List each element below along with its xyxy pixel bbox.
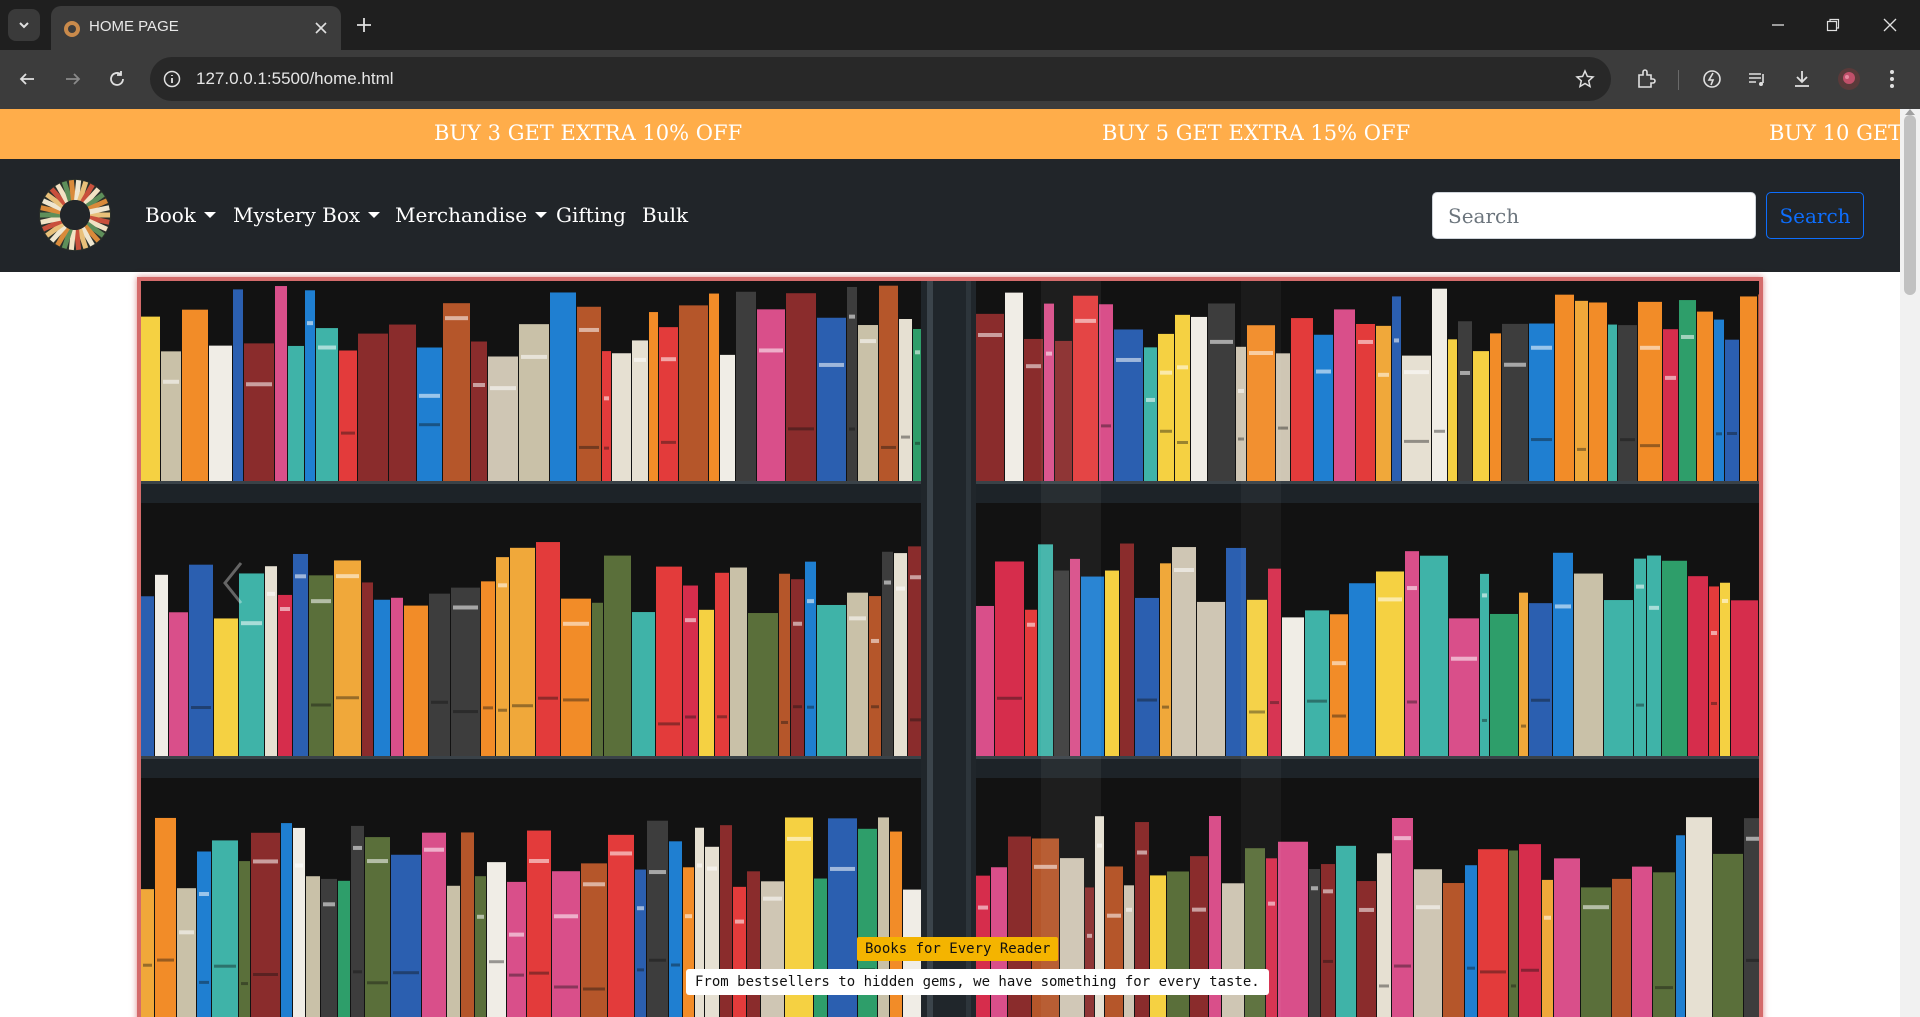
nav-item-label: Mystery Box [233,203,361,227]
reload-icon[interactable] [102,64,132,94]
back-arrow-icon[interactable] [12,64,42,94]
page-scrollbar[interactable] [1900,109,1920,1017]
nav-gifting-link[interactable]: Gifting [556,203,626,227]
carousel-prev-icon[interactable] [221,561,281,641]
browser-toolbar: 127.0.0.1:5500/home.html [0,50,1920,109]
address-url[interactable]: 127.0.0.1:5500/home.html [196,69,394,89]
site-favicon-icon [64,21,80,37]
nav-item-label: Gifting [556,203,626,227]
nav-item-label: Merchandise [395,203,528,227]
address-bar[interactable]: 127.0.0.1:5500/home.html [150,57,1611,101]
promo-item: BUY 5 GET EXTRA 15% OFF [1102,121,1411,145]
toolbar-separator [1678,70,1679,90]
tab-search-button[interactable] [8,9,40,41]
media-queue-icon[interactable] [1742,64,1772,94]
carousel-caption-text: From bestsellers to hidden gems, we have… [686,969,1269,995]
nav-merchandise-dropdown[interactable]: Merchandise [395,203,548,227]
chevron-down-icon [19,22,29,29]
new-tab-icon[interactable] [350,11,378,39]
restore-icon[interactable] [1815,10,1851,40]
browser-tab-bar: HOME PAGE [0,0,1920,50]
forward-arrow-icon[interactable] [58,64,88,94]
bookshelf-photo [141,281,1759,1017]
main-navbar: Book Mystery Box Merchandise Gifting Bul… [0,159,1900,272]
kebab-menu-icon[interactable] [1877,64,1907,94]
profile-avatar-icon[interactable] [1834,64,1864,94]
download-icon[interactable] [1787,64,1817,94]
bookmark-star-icon[interactable] [1573,67,1597,91]
close-tab-icon[interactable] [311,18,331,38]
close-window-icon[interactable] [1872,10,1908,40]
promo-item: BUY 3 GET EXTRA 10% OFF [434,121,743,145]
browser-tab-active[interactable]: HOME PAGE [51,6,341,50]
nav-book-dropdown[interactable]: Book [145,203,216,227]
tab-title: HOME PAGE [89,18,179,35]
nav-item-label: Book [145,203,196,227]
minimize-icon[interactable] [1760,10,1796,40]
scrollbar-thumb[interactable] [1904,115,1916,295]
page-viewport: BUY 3 GET EXTRA 10% OFF BUY 5 GET EXTRA … [0,109,1900,1017]
extensions-icon[interactable] [1631,64,1661,94]
promo-marquee: BUY 3 GET EXTRA 10% OFF BUY 5 GET EXTRA … [0,109,1900,159]
carousel-caption-title: Books for Every Reader [857,937,1059,961]
site-info-icon[interactable] [160,67,184,91]
promo-item: BUY 10 GET E [1769,121,1900,145]
search-input[interactable] [1432,192,1756,239]
hero-carousel: Books for Every Reader From bestsellers … [137,277,1763,1017]
caret-down-icon [368,212,381,218]
performance-icon[interactable] [1697,64,1727,94]
caret-down-icon [535,212,548,218]
site-logo[interactable] [36,176,114,254]
caret-down-icon [203,212,216,218]
nav-item-label: Bulk [642,203,689,227]
search-button[interactable]: Search [1766,192,1864,239]
nav-bulk-link[interactable]: Bulk [642,203,688,227]
nav-mystery-box-dropdown[interactable]: Mystery Box [233,203,381,227]
